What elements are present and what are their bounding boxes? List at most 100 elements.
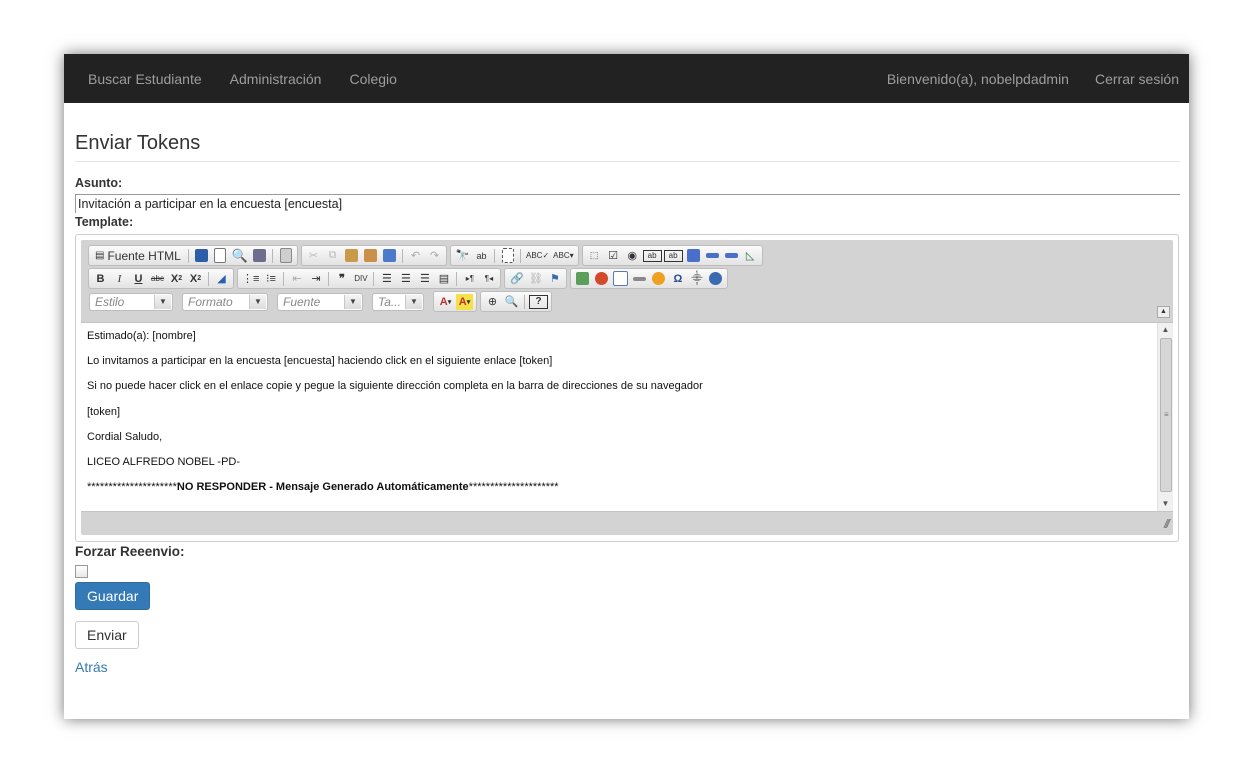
- remove-format-icon[interactable]: ◢: [213, 271, 230, 287]
- nav-buscar-estudiante[interactable]: Buscar Estudiante: [88, 71, 202, 87]
- size-combo[interactable]: Ta... ▼: [372, 292, 424, 311]
- editor-paragraph: Lo invitamos a participar en la encuesta…: [87, 355, 553, 368]
- page-title: Enviar Tokens: [75, 132, 1180, 162]
- bold-icon[interactable]: B: [92, 271, 109, 287]
- numbered-list-icon[interactable]: ⋮≡: [241, 271, 260, 287]
- scroll-up-icon[interactable]: ▲: [1158, 323, 1173, 337]
- select-all-icon[interactable]: [499, 248, 516, 264]
- subject-input[interactable]: [75, 194, 1180, 213]
- chevron-down-icon: ▼: [344, 294, 361, 309]
- chevron-down-icon: ▼: [405, 294, 422, 309]
- maximize-icon[interactable]: ⊕: [484, 294, 501, 310]
- radio-icon[interactable]: ◉: [624, 248, 641, 264]
- align-justify-icon[interactable]: ▤: [435, 271, 452, 287]
- show-blocks-icon[interactable]: 🔍: [503, 294, 520, 310]
- background-color-icon[interactable]: A ▾: [456, 293, 473, 310]
- table-icon[interactable]: [612, 271, 629, 287]
- subscript-icon[interactable]: X2: [168, 271, 185, 287]
- scroll-down-icon[interactable]: ▼: [1158, 497, 1173, 511]
- form-icon[interactable]: ⬚: [586, 248, 603, 264]
- font-combo[interactable]: Fuente ▼: [277, 292, 363, 311]
- save-button[interactable]: Guardar: [75, 582, 151, 610]
- paste-icon[interactable]: [343, 248, 360, 264]
- source-html-button[interactable]: ▤ Fuente HTML: [92, 248, 184, 264]
- horizontal-rule-icon[interactable]: [631, 271, 648, 287]
- link-icon[interactable]: 🔗: [508, 271, 525, 287]
- cut-icon[interactable]: ✂: [305, 248, 322, 264]
- font-combo-label: Fuente: [283, 294, 321, 309]
- welcome-user-link[interactable]: Bienvenido(a), nobelpdadmin: [887, 71, 1069, 87]
- align-center-icon[interactable]: ☰: [397, 271, 414, 287]
- back-link[interactable]: Atrás: [75, 659, 1180, 675]
- spellcheck-icon[interactable]: ABC✓: [525, 248, 550, 264]
- nav-colegio[interactable]: Colegio: [349, 71, 396, 87]
- special-char-icon[interactable]: Ω: [669, 271, 686, 287]
- logout-link[interactable]: Cerrar sesión: [1095, 71, 1179, 87]
- page-break-icon[interactable]: ⸎: [688, 271, 705, 287]
- strikethrough-icon[interactable]: abc: [149, 271, 166, 287]
- blockquote-icon[interactable]: ❞: [333, 271, 350, 287]
- iframe-icon[interactable]: [707, 271, 724, 287]
- copy-icon[interactable]: ⧉: [324, 248, 341, 264]
- nav-administracion[interactable]: Administración: [230, 71, 322, 87]
- force-resend-checkbox[interactable]: [75, 565, 88, 578]
- button-field-icon[interactable]: [704, 248, 721, 264]
- editor-paragraph: LICEO ALFREDO NOBEL -PD-: [87, 455, 241, 468]
- align-left-icon[interactable]: ☰: [378, 271, 395, 287]
- resize-grip-icon[interactable]: ///: [1164, 517, 1170, 531]
- unlink-icon[interactable]: ⛓: [527, 271, 544, 287]
- find-icon[interactable]: 🔭: [454, 248, 471, 264]
- select-field-icon[interactable]: [685, 248, 702, 264]
- spellcheck-as-you-type-icon[interactable]: ABC▾: [552, 248, 574, 264]
- editor-content-area[interactable]: Estimado(a): [nombre] Lo invitamos a par…: [81, 322, 1173, 512]
- preview-icon[interactable]: 🔍: [231, 248, 249, 264]
- undo-icon[interactable]: ↶: [407, 248, 424, 264]
- outdent-icon[interactable]: ⇤: [288, 271, 305, 287]
- new-page-icon[interactable]: [212, 248, 229, 264]
- style-combo[interactable]: Estilo ▼: [89, 292, 173, 311]
- style-combo-label: Estilo: [95, 294, 125, 309]
- templates-icon[interactable]: [277, 248, 294, 264]
- help-icon[interactable]: ?: [529, 294, 548, 309]
- align-right-icon[interactable]: ☰: [416, 271, 433, 287]
- textfield-icon[interactable]: ab: [642, 249, 662, 262]
- toolbar-separator: [283, 271, 285, 286]
- bulleted-list-icon[interactable]: ⁝≡: [262, 271, 279, 287]
- text-color-icon[interactable]: A ▾: [437, 294, 454, 310]
- toolbar-separator: [208, 271, 209, 286]
- redo-icon[interactable]: ↷: [426, 248, 443, 264]
- paste-text-icon[interactable]: [362, 248, 379, 264]
- smiley-icon[interactable]: [650, 271, 667, 287]
- rtl-icon[interactable]: ¶◂: [480, 271, 497, 287]
- collapse-toolbar-icon[interactable]: ▲: [1157, 306, 1170, 318]
- editor-vertical-scrollbar[interactable]: ▲ ≡ ▼: [1157, 323, 1173, 511]
- format-combo[interactable]: Formato ▼: [182, 292, 268, 311]
- indent-icon[interactable]: ⇥: [307, 271, 324, 287]
- ltr-icon[interactable]: ▸¶: [461, 271, 478, 287]
- checkbox-icon[interactable]: ☑: [605, 248, 622, 264]
- toolbar-separator: [402, 248, 403, 263]
- toolbar-separator: [272, 248, 273, 263]
- image-button-icon[interactable]: [723, 248, 740, 264]
- textarea-icon[interactable]: ab: [663, 249, 683, 262]
- anchor-icon[interactable]: ⚑: [546, 271, 563, 287]
- toolbar-group-find: 🔭 ab ABC✓ ABC▾: [450, 245, 579, 266]
- scrollbar-thumb[interactable]: ≡: [1160, 338, 1172, 492]
- div-container-icon[interactable]: DIV: [352, 271, 369, 287]
- superscript-icon[interactable]: X2: [187, 271, 204, 287]
- editor-chrome: ▤ Fuente HTML 🔍 ✂ ⧉ ↶ ↷ 🔭 ab ABC✓ ABC▾ ⬚…: [81, 240, 1173, 535]
- toolbar-group-basicstyles: B I U abc X2 X2 ◢: [88, 268, 234, 289]
- flash-icon[interactable]: [593, 271, 610, 287]
- save-icon[interactable]: [193, 248, 210, 264]
- underline-icon[interactable]: U: [130, 271, 147, 287]
- paste-word-icon[interactable]: [381, 248, 398, 264]
- send-button[interactable]: Enviar: [75, 621, 139, 649]
- italic-icon[interactable]: I: [111, 271, 128, 287]
- image-icon[interactable]: [574, 271, 591, 287]
- navbar-left: Buscar Estudiante Administración Colegio: [64, 71, 397, 87]
- toolbar-row-2: B I U abc X2 X2 ◢ ⋮≡ ⁝≡ ⇤ ⇥ ❞ DIV ☰ ☰ ☰ …: [81, 267, 1173, 290]
- print-icon[interactable]: [251, 248, 268, 264]
- toolbar-row-1: ▤ Fuente HTML 🔍 ✂ ⧉ ↶ ↷ 🔭 ab ABC✓ ABC▾ ⬚…: [81, 240, 1173, 267]
- replace-icon[interactable]: ab: [473, 248, 490, 264]
- hidden-field-icon[interactable]: ◺: [742, 248, 759, 264]
